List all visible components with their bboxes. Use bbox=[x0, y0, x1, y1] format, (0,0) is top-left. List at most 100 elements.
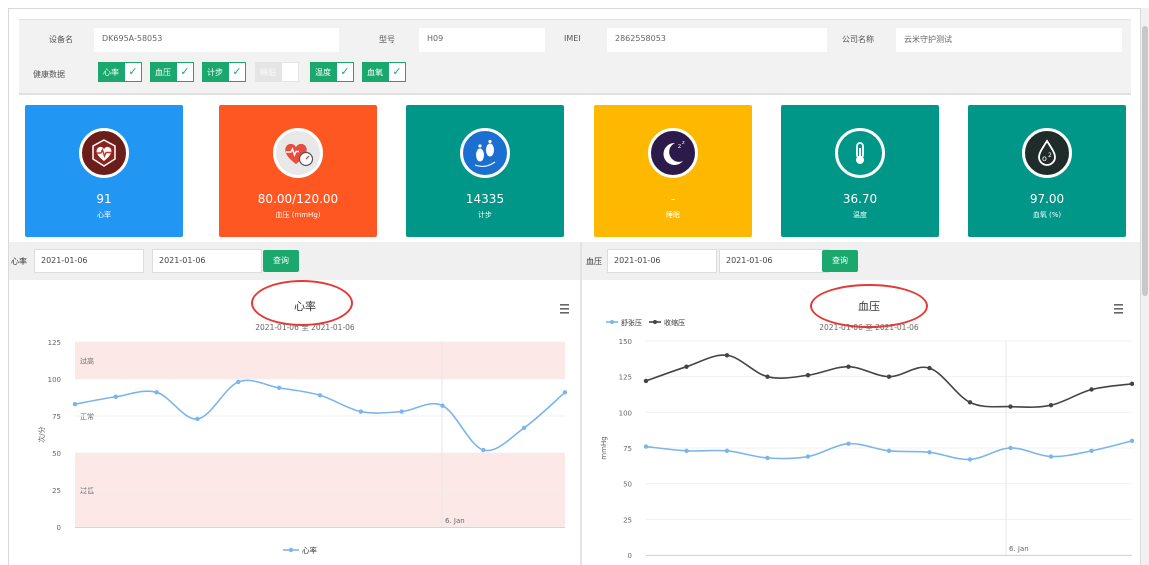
data-point bbox=[317, 393, 323, 398]
y-tick-label: 150 bbox=[619, 338, 632, 346]
temperature-card: 36.70 温度 bbox=[781, 105, 939, 237]
health-checkbox-blood-oxygen[interactable]: 血氧 ✓ bbox=[362, 62, 406, 82]
heart-rate-query-label: 心率 bbox=[11, 257, 27, 266]
hamburger-menu-icon bbox=[1114, 304, 1123, 306]
health-checkbox-sleep[interactable]: 睡眠✓ bbox=[255, 62, 299, 82]
blood-pressure-value: 80.00/120.00 bbox=[257, 192, 339, 206]
data-point bbox=[521, 425, 527, 431]
heart-rate-query-button[interactable]: 查询 bbox=[263, 250, 299, 272]
data-point bbox=[643, 444, 649, 449]
blood-oxygen-card: o2 97.00 血氧 (%) bbox=[968, 105, 1126, 237]
legend-symbol-marker bbox=[653, 320, 657, 324]
blood-pressure-card: 80.00/120.00 血压 (mmHg) bbox=[219, 105, 377, 237]
sleep-value: - bbox=[670, 192, 676, 206]
legend-item: 收缩压 bbox=[664, 318, 685, 327]
scrollbar-thumb[interactable] bbox=[1142, 26, 1148, 296]
y-tick-label: 125 bbox=[48, 339, 61, 347]
health-checkbox-label: 计步 bbox=[202, 62, 228, 82]
heart-rate-end-date[interactable]: 2021-01-06 bbox=[152, 249, 262, 273]
y-tick-label: 75 bbox=[52, 413, 61, 421]
sleep-card: zzz - 睡眠 bbox=[594, 105, 752, 237]
check-icon: ✓ bbox=[124, 62, 142, 82]
data-point bbox=[1129, 381, 1134, 386]
check-icon: ✓ bbox=[228, 62, 246, 82]
data-point bbox=[684, 448, 689, 454]
page-frame: 设备名 DK695A-58053 型号 H09 IMEI 2862558053 … bbox=[8, 8, 1141, 565]
imei-field[interactable]: 2862558053 bbox=[607, 28, 827, 52]
health-checkbox-label: 睡眠 bbox=[255, 62, 281, 82]
footsteps-icon bbox=[460, 128, 510, 178]
data-point bbox=[805, 373, 811, 378]
company-field[interactable]: 云米守护测试 bbox=[896, 28, 1122, 52]
y-axis-label: 次/分 bbox=[37, 426, 46, 442]
health-checkbox-steps[interactable]: 计步 ✓ bbox=[202, 62, 246, 82]
chart-title: 血压 bbox=[858, 299, 880, 313]
data-point bbox=[684, 364, 689, 369]
data-point bbox=[886, 374, 892, 379]
model-field[interactable]: H09 bbox=[419, 28, 545, 52]
heart-rate-chart-svg: 心率2021-01-06 至 2021-01-06过高正常过低025507510… bbox=[37, 299, 569, 555]
data-point bbox=[846, 364, 851, 369]
blood-pressure-query-button[interactable]: 查询 bbox=[822, 250, 858, 272]
device-name-field[interactable]: DK695A-58053 bbox=[94, 28, 339, 52]
data-point bbox=[927, 450, 932, 455]
heart-rate-start-date[interactable]: 2021-01-06 bbox=[34, 249, 144, 273]
oxygen-drop-icon: o2 bbox=[1022, 128, 1072, 178]
heart-rate-chart: 心率 2021-01-06 至 2021-01-06 过高 正常 过低 0 25 50 75 10… bbox=[9, 280, 580, 565]
y-tick-label: 50 bbox=[623, 481, 632, 489]
plot-band bbox=[75, 342, 565, 379]
y-tick-label: 75 bbox=[623, 445, 632, 453]
page-scrollbar[interactable] bbox=[1141, 8, 1149, 565]
y-tick-label: 25 bbox=[623, 516, 632, 524]
data-point bbox=[1089, 448, 1094, 454]
data-point bbox=[1129, 438, 1134, 444]
data-point bbox=[1008, 445, 1013, 451]
blood-pressure-query-label: 血压 bbox=[586, 257, 602, 266]
health-checkbox-label: 血压 bbox=[150, 62, 176, 82]
data-point bbox=[1089, 387, 1094, 392]
data-point bbox=[1048, 403, 1054, 408]
imei-label: IMEI bbox=[564, 34, 581, 43]
heart-rate-card: 91 心率 bbox=[25, 105, 183, 237]
blood-pressure-end-date[interactable]: 2021-01-06 bbox=[719, 249, 829, 273]
legend-symbol-marker bbox=[288, 547, 294, 553]
health-data-label: 健康数据 bbox=[33, 70, 65, 79]
company-label: 公司名称 bbox=[842, 35, 874, 44]
data-point bbox=[643, 378, 649, 384]
blood-pressure-start-date[interactable]: 2021-01-06 bbox=[607, 249, 717, 273]
thermometer-icon bbox=[835, 128, 885, 178]
data-point bbox=[358, 409, 364, 414]
data-point bbox=[113, 394, 119, 399]
hamburger-menu-icon bbox=[560, 308, 569, 310]
data-point bbox=[967, 457, 973, 462]
steps-value: 14335 bbox=[465, 192, 505, 206]
steps-card: 14335 计步 bbox=[406, 105, 564, 237]
blood-pressure-name: 血压 (mmHg) bbox=[275, 211, 321, 219]
health-checkbox-heart-rate[interactable]: 心率 ✓ bbox=[98, 62, 142, 82]
device-name-label: 设备名 bbox=[49, 35, 73, 44]
data-point bbox=[724, 353, 730, 358]
series-line-2 bbox=[645, 354, 1133, 408]
data-point bbox=[1008, 404, 1013, 409]
data-point bbox=[724, 448, 730, 454]
health-checkbox-label: 心率 bbox=[98, 62, 124, 82]
svg-text:z: z bbox=[682, 140, 685, 146]
legend-item: 心率 bbox=[302, 545, 317, 555]
data-point bbox=[399, 409, 404, 414]
data-point bbox=[154, 390, 159, 395]
data-point bbox=[765, 374, 770, 379]
data-point bbox=[846, 441, 851, 446]
y-tick-label: 0 bbox=[628, 552, 632, 560]
data-point bbox=[765, 455, 770, 461]
health-checkbox-blood-pressure[interactable]: 血压 ✓ bbox=[150, 62, 194, 82]
hamburger-menu-icon bbox=[1114, 312, 1123, 314]
temperature-value: 36.70 bbox=[842, 192, 878, 206]
hamburger-menu-icon bbox=[1114, 308, 1123, 310]
health-checkbox-temperature[interactable]: 温度 ✓ bbox=[310, 62, 354, 82]
moon-sleep-icon: zzz bbox=[648, 128, 698, 178]
heart-rate-value: 91 bbox=[96, 192, 112, 206]
data-point bbox=[1048, 454, 1054, 459]
legend-item: 舒张压 bbox=[621, 318, 642, 327]
data-point bbox=[805, 454, 811, 459]
legend-symbol-marker bbox=[610, 320, 614, 324]
